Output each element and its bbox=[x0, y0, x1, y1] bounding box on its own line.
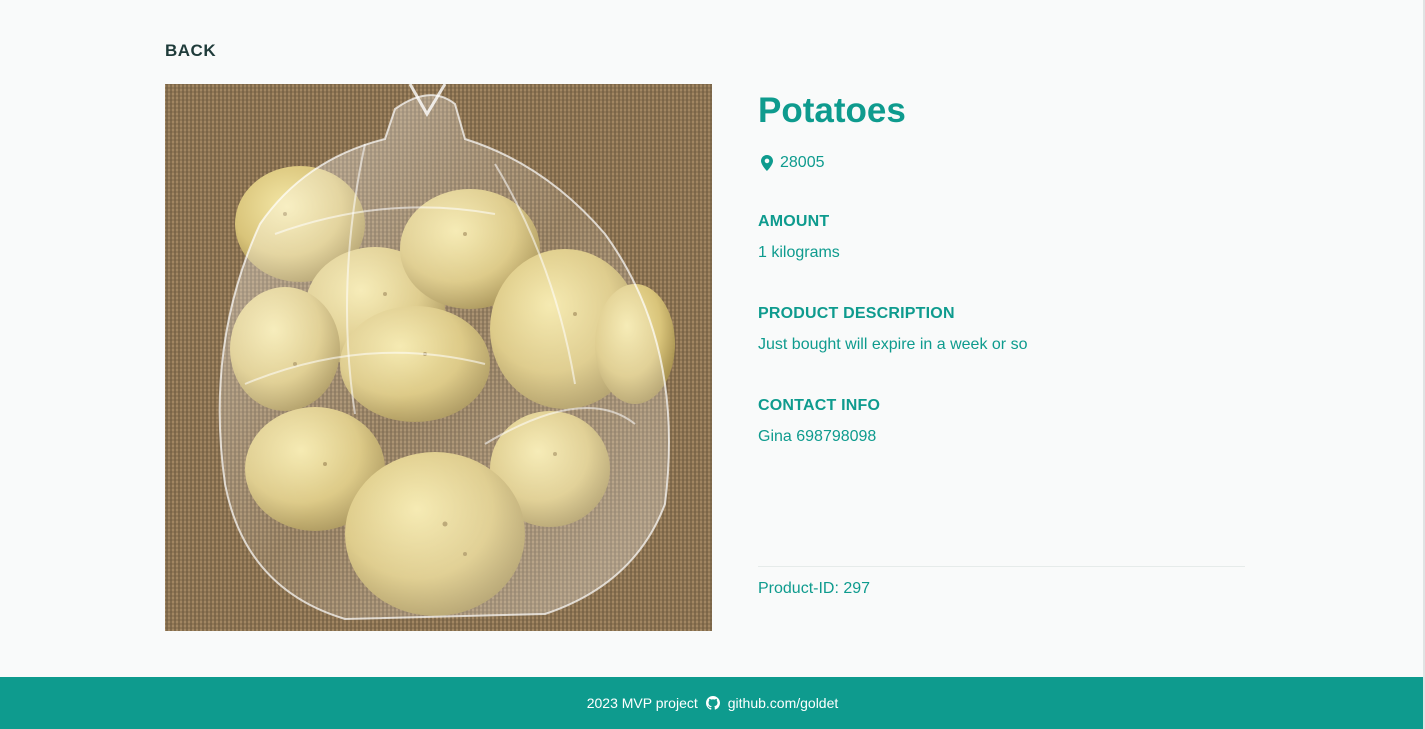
description-section: PRODUCT DESCRIPTION Just bought will exp… bbox=[758, 304, 1245, 355]
amount-section: AMOUNT 1 kilograms bbox=[758, 212, 1245, 263]
github-link[interactable]: github.com/goldet bbox=[728, 695, 839, 711]
github-icon bbox=[705, 696, 720, 710]
amount-value: 1 kilograms bbox=[758, 244, 840, 261]
product-id: Product-ID: 297 bbox=[758, 580, 871, 597]
product-details: Potatoes 28005 AMOUNT 1 kilograms PRODUC… bbox=[758, 88, 1245, 447]
contact-section: CONTACT INFO Gina 698798098 bbox=[758, 396, 1245, 447]
product-location: 28005 bbox=[758, 153, 1245, 173]
contact-label: CONTACT INFO bbox=[758, 397, 881, 414]
map-pin-icon bbox=[761, 155, 773, 171]
postcode: 28005 bbox=[780, 154, 825, 171]
product-title: Potatoes bbox=[758, 91, 906, 130]
back-link[interactable]: BACK bbox=[165, 41, 216, 61]
description-value: Just bought will expire in a week or so bbox=[758, 336, 1028, 353]
divider bbox=[758, 566, 1245, 567]
description-label: PRODUCT DESCRIPTION bbox=[758, 305, 955, 322]
amount-label: AMOUNT bbox=[758, 213, 830, 230]
contact-value: Gina 698798098 bbox=[758, 428, 877, 445]
footer-text: 2023 MVP project bbox=[586, 695, 698, 711]
footer: 2023 MVP project github.com/goldet bbox=[0, 677, 1425, 729]
product-image bbox=[165, 84, 712, 631]
